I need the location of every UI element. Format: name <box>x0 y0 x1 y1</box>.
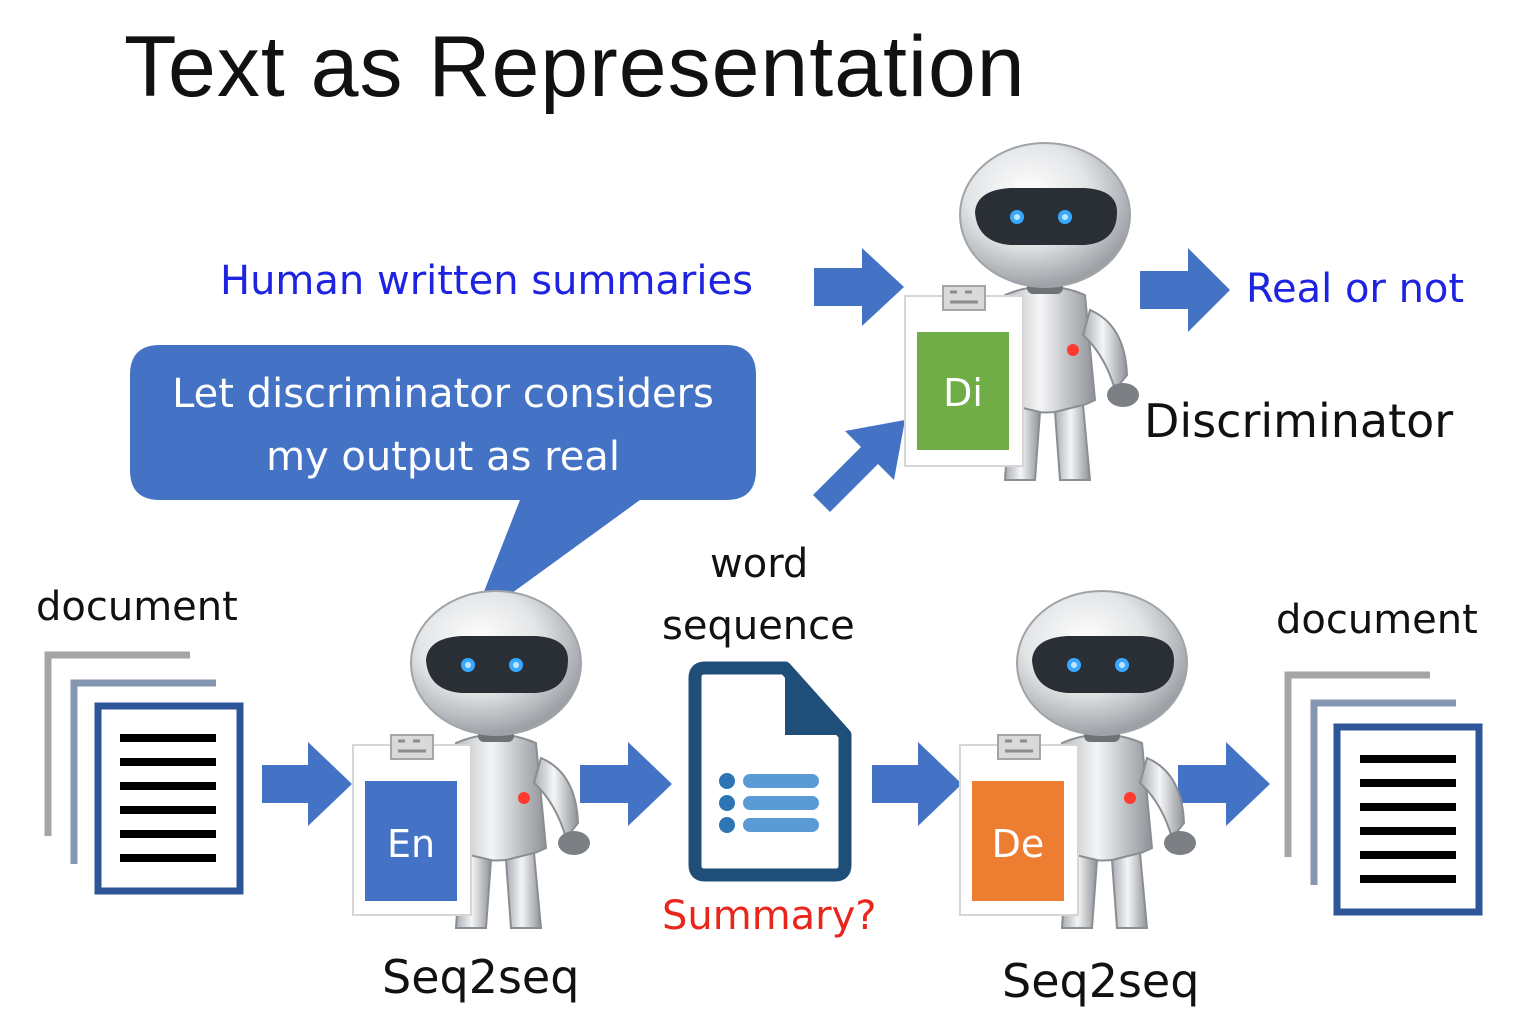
encoder-robot: En <box>351 590 591 929</box>
document-right-label: document <box>1276 597 1478 643</box>
discriminator-robot: Di <box>903 142 1140 481</box>
document-stack-icon <box>1284 671 1483 916</box>
encoder-clipboard: En <box>351 733 473 917</box>
arrow-sequence-to-decoder <box>872 742 962 826</box>
discriminator-label: Discriminator <box>1144 394 1454 448</box>
document-left-label: document <box>36 584 238 630</box>
arrow-document-to-encoder <box>262 742 352 826</box>
encoder-box-label: En <box>387 822 435 866</box>
real-or-not-label: Real or not <box>1246 266 1465 312</box>
discriminator-clipboard: Di <box>903 284 1025 468</box>
summary-question-label: Summary? <box>662 893 877 939</box>
summary-document-icon <box>688 661 852 882</box>
arrow-discriminator-to-real <box>1140 248 1230 332</box>
word-sequence-line-2: sequence <box>662 603 855 649</box>
diagram-canvas: Let discriminator considers my output as… <box>44 142 1483 929</box>
bubble-line-2: my output as real <box>266 434 620 480</box>
decoder-box-label: De <box>992 822 1045 866</box>
arrow-sequence-to-discriminator <box>813 420 905 512</box>
decoder-robot: De <box>958 590 1197 929</box>
decoder-clipboard: De <box>958 733 1080 917</box>
document-stack-icon <box>44 651 244 895</box>
speech-bubble: Let discriminator considers my output as… <box>130 345 756 622</box>
arrow-human-to-discriminator <box>814 248 904 326</box>
discriminator-box-label: Di <box>943 371 983 415</box>
bubble-line-1: Let discriminator considers <box>172 371 714 417</box>
human-summaries-label: Human written summaries <box>220 258 753 304</box>
word-sequence-line-1: word <box>710 541 809 587</box>
seq2seq-right-label: Seq2seq <box>1002 954 1200 1008</box>
seq2seq-left-label: Seq2seq <box>382 950 580 1004</box>
arrow-encoder-to-sequence <box>580 742 672 826</box>
arrow-decoder-to-document <box>1178 742 1270 826</box>
